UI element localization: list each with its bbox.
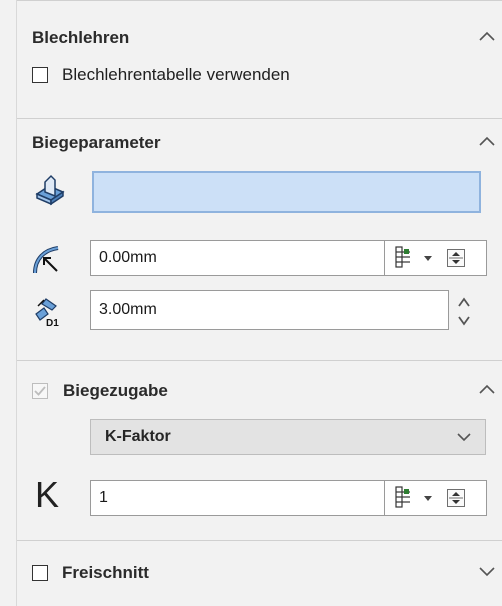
field-separator — [384, 240, 385, 276]
section-divider-top — [17, 0, 502, 1]
bend-radius-icon — [33, 246, 59, 274]
thickness-icon: D1 — [35, 298, 59, 328]
section-title-bend-params: Biegeparameter — [32, 133, 161, 152]
section-title-bend-allowance: Biegezugabe — [63, 381, 168, 400]
thickness-input[interactable]: 3.00mm — [90, 290, 449, 330]
dropdown-arrow-icon[interactable] — [423, 493, 433, 503]
section-title-relief: Freischnitt — [62, 563, 149, 582]
use-gauge-table-checkbox[interactable] — [32, 67, 48, 83]
chevron-up-icon[interactable] — [478, 135, 496, 147]
fixed-face-selection-field[interactable] — [92, 171, 481, 213]
fixed-face-icon — [35, 174, 65, 206]
use-gauge-table-label: Blechlehrentabelle verwenden — [62, 65, 290, 84]
dropdown-arrow-icon[interactable] — [423, 253, 433, 263]
section-divider — [17, 360, 502, 361]
sheet-metal-property-panel: Blechlehren Blechlehrentabelle verwenden… — [16, 0, 502, 606]
section-divider — [17, 118, 502, 119]
spin-buttons[interactable] — [447, 489, 465, 507]
section-title-gauges: Blechlehren — [32, 28, 130, 47]
relief-checkbox[interactable] — [32, 565, 48, 581]
section-divider — [17, 540, 502, 541]
svg-text:D1: D1 — [46, 318, 59, 328]
equation-icon[interactable] — [395, 246, 411, 268]
equation-icon[interactable] — [395, 486, 411, 508]
increment-down-icon[interactable] — [457, 315, 471, 327]
field-separator — [384, 480, 385, 516]
chevron-down-icon[interactable] — [457, 432, 471, 442]
chevron-up-icon[interactable] — [478, 30, 496, 42]
bend-allowance-type-select[interactable]: K-Faktor — [90, 419, 486, 455]
chevron-down-icon[interactable] — [478, 566, 496, 578]
increment-up-icon[interactable] — [457, 296, 471, 308]
k-factor-symbol: K — [35, 474, 60, 515]
chevron-up-icon[interactable] — [478, 383, 496, 395]
spin-buttons[interactable] — [447, 249, 465, 267]
bend-allowance-checkbox[interactable] — [32, 383, 48, 399]
